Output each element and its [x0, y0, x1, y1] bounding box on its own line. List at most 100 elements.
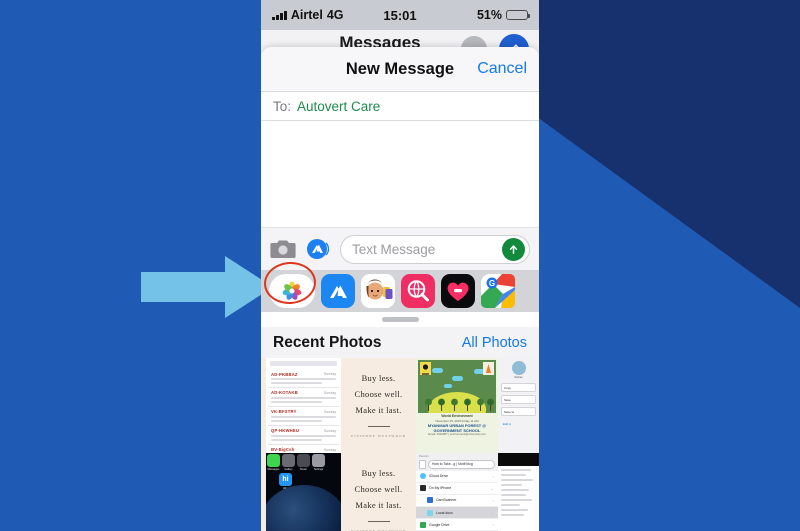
chevron-right-icon: ›	[492, 522, 494, 528]
mail-sender: BV-BigCsh	[271, 447, 295, 453]
files-recent-chip: How to Take...g | Motif blog	[432, 462, 473, 466]
cancel-button[interactable]: Cancel	[477, 60, 527, 78]
carrier-label: Airtel	[290, 8, 323, 22]
mail-sender: QP-HKWHEU	[271, 428, 300, 434]
phone-screen: Airtel 4G 15:01 51% Messages New Message	[261, 0, 539, 531]
quote-line: Choose well.	[354, 388, 403, 399]
screenshot-root: Airtel 4G 15:01 51% Messages New Message	[0, 0, 800, 531]
mail-sender: AD-KOTAKB	[271, 390, 298, 396]
mail-date: Sunday	[323, 409, 336, 414]
files-row[interactable]: iCloud Drive ›	[416, 471, 498, 483]
chevron-down-icon: ⌄	[490, 510, 494, 516]
message-body-area[interactable]	[261, 121, 539, 227]
new-message-sheet: New Message Cancel To: Autovert Care Tex…	[261, 47, 539, 531]
icloud-drive-icon	[420, 473, 426, 480]
mail-sender: VK-BFSTRY	[271, 409, 297, 415]
digital-touch-app-icon[interactable]	[401, 274, 435, 308]
sheet-navigation-bar: New Message Cancel	[261, 47, 539, 91]
photo-thumbnail[interactable]: Messages Gallery Music Settings hi Hike	[266, 453, 341, 531]
home-icon-label: Messages	[267, 468, 280, 471]
quote-attribution: VIVIENNE WESTWOOD	[350, 434, 407, 439]
mail-date: Sunday	[323, 428, 336, 433]
home-icon-label: Settings	[313, 468, 324, 471]
photo-thumbnail[interactable]	[498, 453, 539, 531]
photo-grid: AD-PKBBAZ Sunday AD-KOTAKB Sunday VK-BFSTR…	[261, 358, 539, 531]
contact-name: Nathan	[514, 376, 523, 379]
photo-thumbnail[interactable]: World Environment November 25, 2019 Frid…	[416, 358, 498, 453]
app-store-icon[interactable]	[306, 237, 330, 261]
battery-icon	[506, 9, 531, 21]
recipient-name: Autovert Care	[297, 98, 381, 114]
files-section-label: Recents	[419, 455, 429, 458]
status-bar-left: Airtel 4G	[272, 8, 400, 22]
photo-thumbnail[interactable]: Buy less. Choose well. Make it last. VIV…	[341, 358, 416, 453]
network-type-label: 4G	[326, 8, 344, 22]
mail-date: Sunday	[323, 390, 336, 395]
files-row-label: iCloud Drive	[429, 474, 449, 479]
quote-line: Buy less.	[361, 467, 396, 478]
earth-wallpaper	[266, 485, 341, 531]
poster-footer: Email: 1910857 | environment@university.…	[428, 432, 486, 437]
photo-column-2: Buy less. Choose well. Make it last. VIV…	[341, 358, 416, 531]
battery-percent-label: 51%	[476, 8, 502, 22]
sheet-title: New Message	[345, 59, 455, 78]
pointer-arrow	[141, 256, 273, 318]
panel-button[interactable]: Save to	[504, 410, 514, 414]
quote-line: Make it last.	[355, 404, 402, 415]
drag-handle-row[interactable]	[261, 312, 539, 327]
quote-line: Buy less.	[361, 372, 396, 383]
files-row[interactable]: On My iPhone ⌄	[416, 483, 498, 495]
photo-thumbnail[interactable]: Nathan Copy Save Save to Edit A	[498, 358, 539, 453]
files-row[interactable]: Google Drive ›	[416, 519, 498, 531]
mail-date: Sunday	[323, 447, 336, 452]
quote-line: Make it last.	[355, 499, 402, 510]
panel-button[interactable]: Copy	[504, 386, 511, 390]
text-message-input[interactable]: Text Message	[340, 234, 530, 264]
mail-date: Sunday	[323, 372, 336, 376]
photo-thumbnail[interactable]: AD-PKBBAZ Sunday AD-KOTAKB Sunday VK-BFSTR…	[266, 358, 341, 453]
photos-app-icon[interactable]	[269, 274, 315, 308]
chevron-down-icon: ⌄	[490, 485, 494, 491]
files-row-selected[interactable]: Local docs ⌄	[416, 507, 498, 520]
photo-thumbnail[interactable]: Buy less. Choose well. Make it last. VIV…	[341, 453, 416, 531]
signal-bars-icon	[272, 10, 287, 20]
panel-link[interactable]: Edit A	[503, 422, 511, 426]
chevron-right-icon: ›	[492, 473, 494, 479]
to-label: To:	[273, 98, 292, 114]
memoji-app-icon[interactable]	[361, 274, 395, 308]
photo-thumbnail[interactable]: Recents How to Take...g | Motif blog iCl…	[416, 453, 498, 531]
home-icon-label: Music	[300, 468, 307, 471]
send-arrow-up-icon[interactable]	[502, 237, 525, 261]
quote-line: Choose well.	[354, 483, 403, 494]
files-row-label: Local docs	[436, 510, 453, 515]
poster-org: MYANMAR URBAN FOREST @ GOVERNMENT SCHOOL	[427, 422, 487, 433]
chevron-right-icon: ›	[492, 497, 494, 503]
drag-handle[interactable]	[381, 317, 419, 322]
google-maps-app-icon[interactable]: G	[481, 274, 515, 308]
files-row[interactable]: CamScanner ›	[416, 495, 498, 508]
photo-column-1: AD-PKBBAZ Sunday AD-KOTAKB Sunday VK-BFSTR…	[266, 358, 341, 531]
camera-icon[interactable]	[270, 238, 296, 260]
panel-button[interactable]: Save	[504, 398, 511, 402]
photo-column-3: World Environment November 25, 2019 Frid…	[416, 358, 498, 531]
files-row-label: Google Drive	[429, 522, 450, 527]
photo-column-partial-right: Nathan Copy Save Save to Edit A	[498, 358, 539, 531]
all-photos-button[interactable]: All Photos	[462, 335, 527, 351]
status-bar: Airtel 4G 15:01 51%	[261, 0, 539, 30]
recent-photos-header: Recent Photos All Photos	[261, 327, 539, 358]
folder-icon	[427, 509, 433, 516]
svg-text:G: G	[489, 279, 495, 288]
recent-photos-title: Recent Photos	[273, 333, 382, 351]
mail-sender: AD-PKBBAZ	[271, 371, 298, 377]
status-bar-right: 51%	[400, 8, 531, 22]
recipient-field[interactable]: To: Autovert Care	[261, 91, 539, 121]
app-store-app-icon[interactable]	[321, 274, 355, 308]
home-icon-label: Gallery	[284, 468, 293, 471]
iphone-icon	[420, 485, 426, 492]
contact-avatar	[511, 361, 526, 375]
camscanner-icon	[427, 497, 433, 504]
files-row-label: CamScanner	[436, 498, 457, 503]
imessage-app-drawer[interactable]: G	[261, 270, 539, 312]
poster-title: World Environment	[441, 414, 473, 419]
fitness-heart-app-icon[interactable]	[441, 274, 475, 308]
